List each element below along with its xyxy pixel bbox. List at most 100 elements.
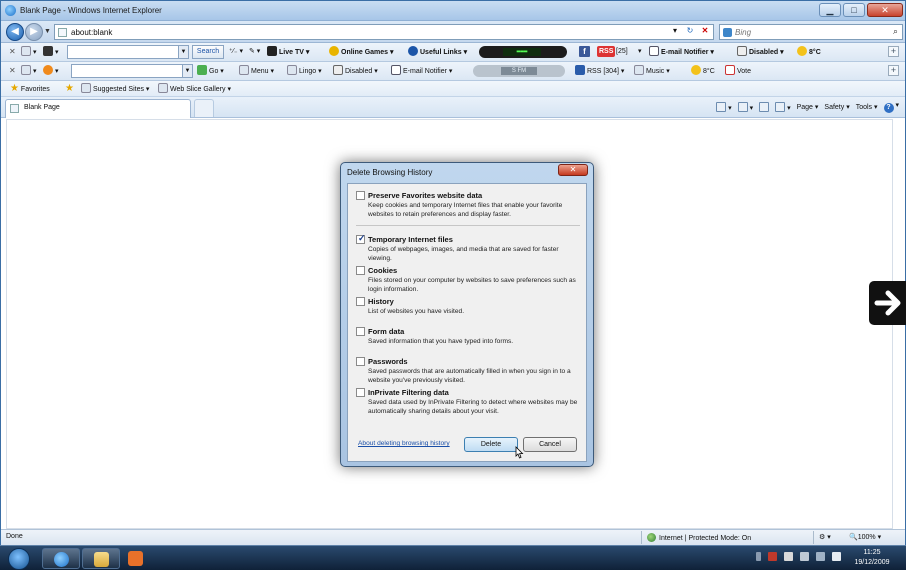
delete-browsing-history-dialog: Delete Browsing History ✕ Preserve Favor… — [340, 162, 594, 467]
music-button[interactable]: Music ▾ — [634, 65, 670, 78]
preserve-favorites-checkbox[interactable] — [356, 191, 365, 200]
facebook-icon[interactable]: f — [579, 46, 590, 57]
email-notifier-button[interactable]: E-mail Notifier ▾ — [649, 46, 714, 59]
go-button[interactable]: Go ▾ — [197, 65, 224, 78]
safety-menu[interactable]: Safety ▾ — [824, 103, 849, 111]
search-icon[interactable]: ⌕ — [893, 26, 898, 37]
toolbar-2-options-icon[interactable]: ▾ — [21, 65, 37, 78]
taskbar-media-button[interactable] — [122, 548, 160, 569]
delete-button[interactable]: Delete — [464, 437, 518, 452]
tray-expand-icon[interactable] — [756, 552, 761, 561]
history-checkbox[interactable] — [356, 297, 365, 306]
tools-menu[interactable]: Tools ▾ — [856, 103, 878, 111]
recent-pages-dropdown-icon[interactable]: ▼ — [44, 28, 51, 35]
maximize-button[interactable]: □ — [843, 3, 865, 17]
taskbar-explorer-button[interactable] — [82, 548, 120, 569]
close-window-button[interactable]: ✕ — [867, 3, 903, 17]
popup-blocker-button[interactable]: Disabled ▾ — [737, 46, 784, 59]
screen: Blank Page - Windows Internet Explorer ▁… — [0, 0, 906, 570]
toolbar-2-popup-blocker[interactable]: Disabled ▾ — [333, 65, 378, 78]
toolbar-search-dropdown-icon[interactable]: ▼ — [178, 46, 188, 58]
rss-badge[interactable]: RSS — [597, 46, 616, 57]
temporary-files-checkbox[interactable] — [356, 233, 366, 244]
cookies-checkbox[interactable] — [356, 266, 365, 275]
vote-button[interactable]: Vote — [725, 65, 751, 78]
toolbar-2-weather[interactable]: 8°C — [691, 65, 715, 78]
tab-label: Blank Page — [24, 104, 60, 111]
address-bar[interactable]: about:blank ▾ ↻ ✕ — [54, 24, 714, 40]
toolbar-close-icon[interactable]: ✕ — [9, 47, 16, 56]
start-button[interactable] — [8, 548, 30, 570]
inprivate-filtering-checkbox[interactable] — [356, 388, 365, 397]
toolbar-search-button[interactable]: Search — [192, 45, 224, 59]
tray-monitor-icon[interactable] — [768, 552, 777, 561]
passwords-checkbox[interactable] — [356, 357, 365, 366]
live-tv-button[interactable]: Live TV ▾ — [267, 46, 309, 59]
dialog-close-button[interactable]: ✕ — [558, 164, 588, 176]
zoom-level[interactable]: 🔍100% ▾ — [849, 533, 881, 541]
toolbar-2-search-dropdown-icon[interactable]: ▼ — [182, 65, 192, 77]
tray-volume-icon[interactable] — [832, 552, 841, 561]
print-icon — [775, 102, 786, 112]
clock[interactable]: 11:25 19/12/2009 — [848, 548, 896, 568]
rss-feeds-button[interactable]: RSS [304] ▾ — [575, 65, 624, 78]
page-menu[interactable]: Page ▾ — [797, 103, 819, 111]
toolbar-2-add-button[interactable]: + — [888, 65, 899, 76]
toolbar-2-close-icon[interactable]: ✕ — [9, 66, 16, 75]
forward-button[interactable]: ▶ — [25, 23, 43, 41]
tray-flag-icon[interactable] — [784, 552, 793, 561]
back-button[interactable]: ◀ — [6, 23, 24, 41]
print-button[interactable]: ▾ — [775, 102, 791, 112]
toolbar-logo-icon[interactable]: ▾ — [43, 46, 59, 59]
toolbar-options-icon[interactable]: ▾ — [21, 46, 37, 59]
search-input[interactable] — [735, 26, 885, 38]
about-deleting-history-link[interactable]: About deleting browsing history — [358, 440, 450, 447]
form-data-checkbox[interactable] — [356, 327, 365, 336]
taskbar-ie-button[interactable] — [42, 548, 80, 569]
privacy-report-icon[interactable]: ⚙ ▾ — [819, 533, 831, 541]
toolbar-2-email-notifier[interactable]: E-mail Notifier ▾ — [391, 65, 452, 78]
weather-button[interactable]: 8°C — [797, 46, 821, 59]
menu-button[interactable]: Menu ▾ — [239, 65, 274, 78]
refresh-icon[interactable]: ↻ — [684, 26, 696, 35]
toolbar-2-logo-icon[interactable]: ▾ — [43, 65, 59, 78]
system-tray — [756, 552, 841, 561]
help-menu[interactable]: ? ▾ — [883, 101, 899, 113]
tab-blank-page[interactable]: Blank Page — [5, 99, 191, 118]
security-zone[interactable]: Internet | Protected Mode: On — [647, 533, 751, 542]
toolbar-2-search-field[interactable]: ▼ — [71, 64, 193, 78]
new-tab-button[interactable] — [194, 99, 214, 117]
toolbar-2-email-label: E-mail Notifier — [403, 68, 447, 75]
read-mail-button[interactable] — [759, 102, 770, 112]
window-title: Blank Page - Windows Internet Explorer — [20, 6, 162, 15]
toolbar-search-field[interactable]: ▼ — [67, 45, 189, 59]
search-box[interactable]: ⌕ — [719, 24, 903, 40]
next-arrow-button[interactable] — [869, 281, 906, 325]
web-slice-gallery-button[interactable]: Web Slice Gallery ▾ — [158, 83, 231, 96]
command-bar: ▾ ▾ ▾ Page ▾ Safety ▾ Tools ▾ ? ▾ — [716, 101, 899, 113]
highlight-icon[interactable]: ⁺⁄₋ ▾ — [229, 46, 243, 58]
pencil-icon[interactable]: ✎ ▾ — [249, 46, 260, 58]
lingo-button[interactable]: Lingo ▾ — [287, 65, 322, 78]
add-to-favorites-bar-icon[interactable]: ★ — [65, 83, 74, 96]
favorites-button[interactable]: ★ Favorites — [10, 83, 50, 96]
radio-player[interactable]: ▬▬▬ — [479, 46, 567, 58]
toolbar-2-radio-player[interactable]: S FM — [473, 65, 565, 77]
rss-dropdown-icon[interactable]: ▾ — [638, 46, 642, 58]
feeds-button[interactable]: ▾ — [737, 102, 753, 112]
useful-links-button[interactable]: Useful Links ▾ — [408, 46, 467, 59]
cancel-button[interactable]: Cancel — [523, 437, 577, 452]
suggested-sites-button[interactable]: Suggested Sites ▾ — [81, 83, 149, 96]
address-dropdown-icon[interactable]: ▾ — [669, 26, 681, 35]
tray-device-icon[interactable] — [800, 552, 809, 561]
option-title: Form data — [368, 327, 405, 336]
minimize-button[interactable]: ▁ — [819, 3, 841, 17]
toolbar-1-add-button[interactable]: + — [888, 46, 899, 57]
home-button[interactable]: ▾ — [716, 102, 732, 112]
stop-icon[interactable]: ✕ — [699, 26, 711, 35]
online-games-button[interactable]: Online Games ▾ — [329, 46, 394, 59]
rss-count[interactable]: [25] — [616, 46, 628, 58]
tray-network-icon[interactable] — [816, 552, 825, 561]
address-url[interactable]: about:blank — [71, 28, 112, 37]
folder-icon — [94, 552, 109, 567]
